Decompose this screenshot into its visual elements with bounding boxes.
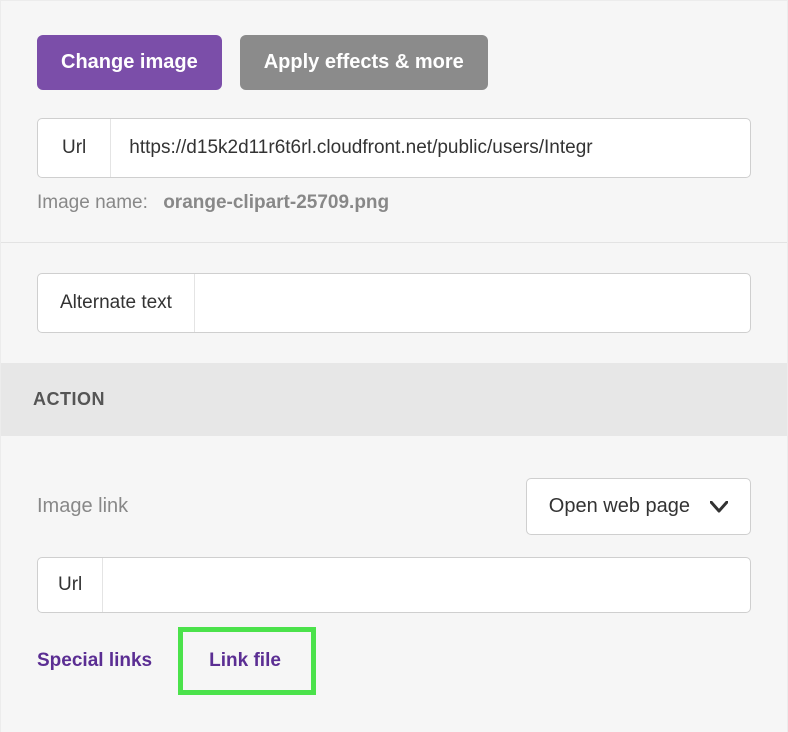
alt-text-input[interactable]	[195, 274, 750, 332]
apply-effects-button[interactable]: Apply effects & more	[240, 35, 488, 90]
alt-text-label: Alternate text	[38, 274, 195, 332]
action-heading: ACTION	[33, 389, 755, 410]
image-url-group: Url	[37, 118, 751, 178]
link-url-group: Url	[37, 557, 751, 613]
image-link-row: Image link Open web page	[37, 478, 751, 535]
link-url-input[interactable]	[103, 558, 750, 612]
image-name-row: Image name: orange-clipart-25709.png	[37, 192, 751, 214]
image-section: Change image Apply effects & more Url Im…	[1, 1, 787, 242]
action-section: Image link Open web page Url Special lin…	[1, 436, 787, 723]
change-image-button[interactable]: Change image	[37, 35, 222, 90]
image-url-label: Url	[38, 119, 111, 177]
link-file-highlight: Link file	[178, 627, 316, 695]
alt-section: Alternate text	[1, 243, 787, 363]
alt-text-group: Alternate text	[37, 273, 751, 333]
dropdown-selected-label: Open web page	[549, 495, 690, 518]
image-name-label: Image name:	[37, 192, 148, 213]
special-links-row: Special links Link file	[37, 627, 751, 695]
chevron-down-icon	[710, 501, 728, 513]
image-name-value: orange-clipart-25709.png	[163, 192, 389, 213]
action-header: ACTION	[1, 363, 787, 436]
settings-panel: Change image Apply effects & more Url Im…	[0, 0, 788, 732]
special-links-link[interactable]: Special links	[37, 650, 152, 672]
image-link-dropdown[interactable]: Open web page	[526, 478, 751, 535]
link-file-link[interactable]: Link file	[209, 650, 281, 671]
button-row: Change image Apply effects & more	[37, 35, 751, 90]
link-url-label: Url	[38, 558, 103, 612]
image-link-label: Image link	[37, 495, 128, 518]
image-url-input[interactable]	[111, 119, 750, 177]
